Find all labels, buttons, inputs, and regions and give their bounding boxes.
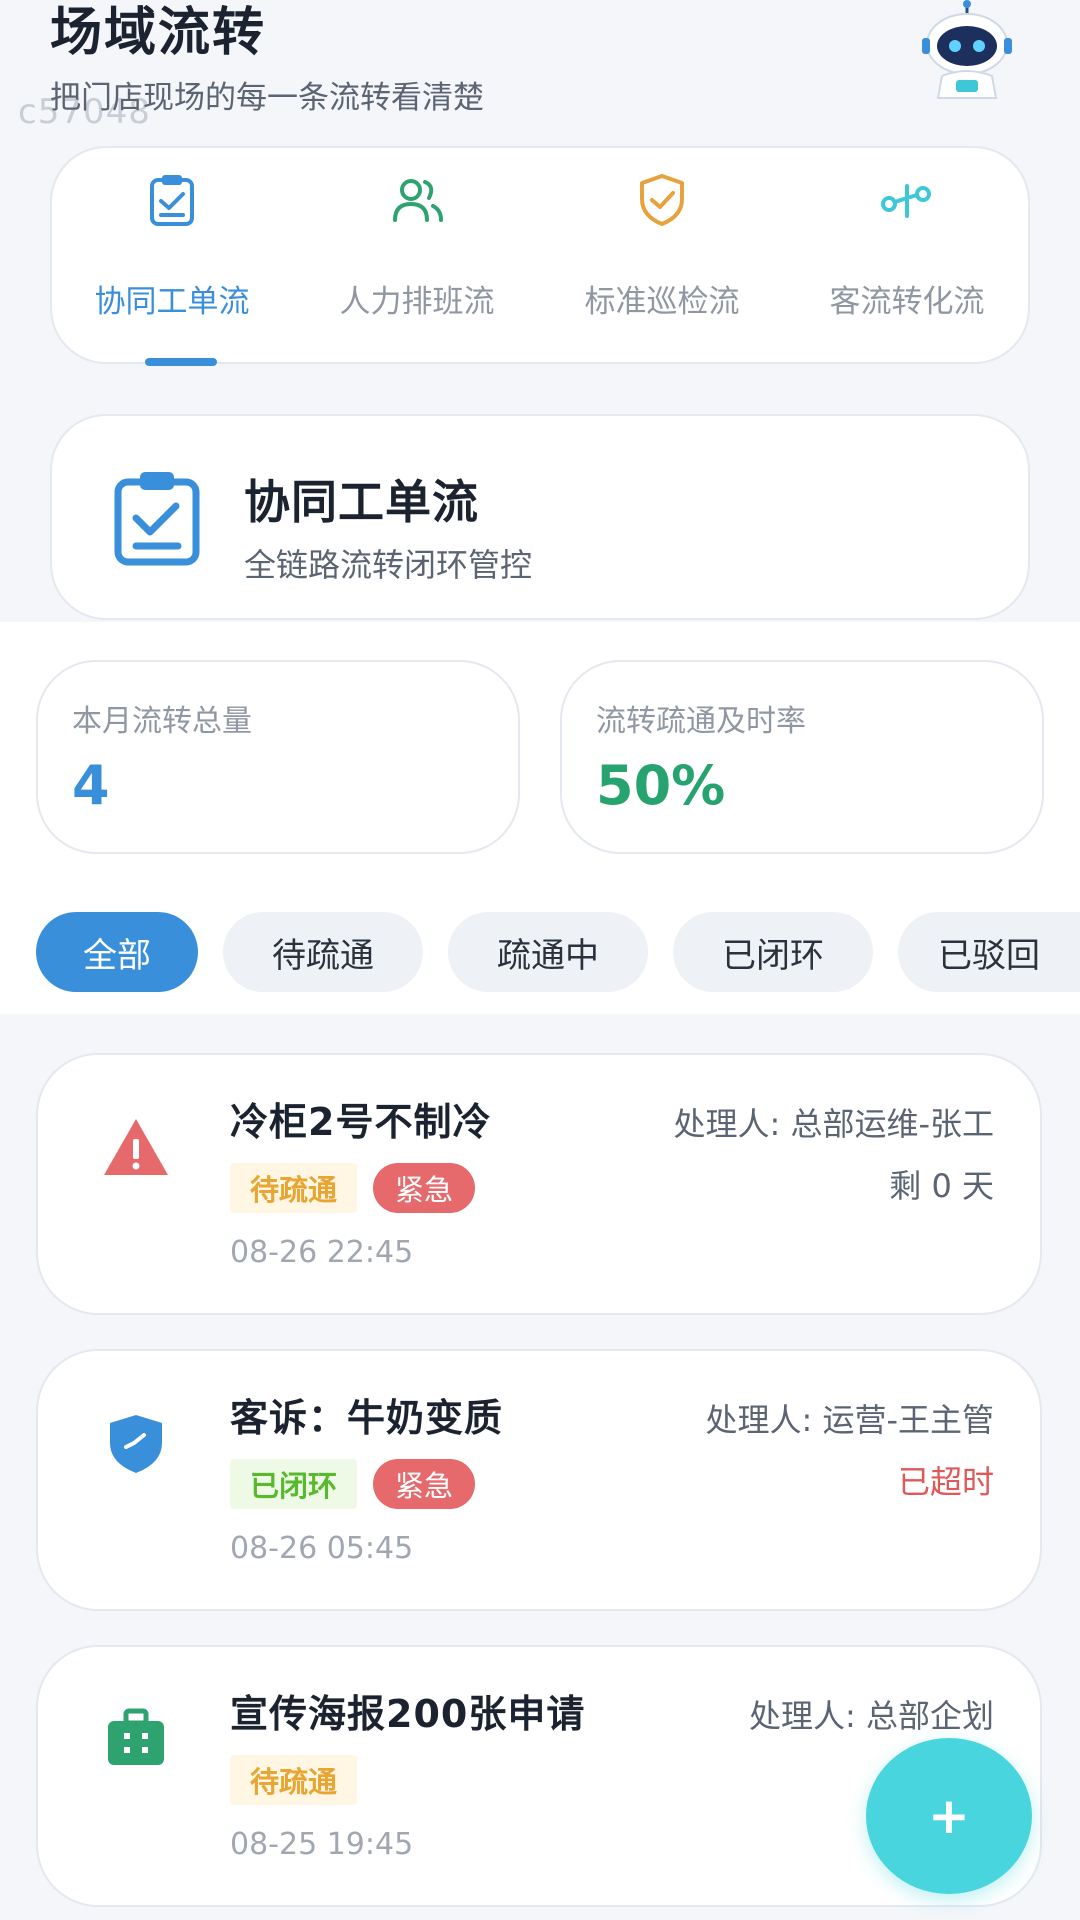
briefcase-icon <box>108 1708 164 1765</box>
ticket-card[interactable]: 客诉：牛奶变质 已闭环 紧急 08-26 05:45 处理人: 运营-王主管 已… <box>36 1349 1042 1611</box>
tab-staff-scheduling[interactable]: 人力排班流 <box>297 148 537 366</box>
ticket-card[interactable]: 冷柜2号不制冷 待疏通 紧急 08-26 22:45 处理人: 总部运维-张工 … <box>36 1053 1042 1315</box>
stat-value: 50% <box>596 754 726 817</box>
stat-label: 流转疏通及时率 <box>596 704 806 739</box>
stat-value: 4 <box>72 754 110 817</box>
ticket-title: 宣传海报200张申请 <box>230 1692 586 1736</box>
tab-label: 人力排班流 <box>339 284 495 320</box>
status-badge: 待疏通 <box>230 1163 358 1213</box>
filter-closed[interactable]: 已闭环 <box>673 912 873 992</box>
ticket-handler: 处理人: 总部运维-张工 <box>673 1105 994 1143</box>
current-flow-title: 协同工单流 <box>244 475 479 529</box>
filter-rejected[interactable]: 已驳回 <box>898 912 1080 992</box>
tab-traffic-conversion[interactable]: 客流转化流 <box>787 148 1027 366</box>
ticket-overdue: 已超时 <box>897 1463 994 1501</box>
status-badge: 待疏通 <box>230 1755 358 1805</box>
ticket-handler: 处理人: 运营-王主管 <box>705 1401 994 1439</box>
ticket-time: 08-26 05:45 <box>230 1531 414 1566</box>
ticket-title: 冷柜2号不制冷 <box>230 1100 492 1144</box>
stat-card-rate: 流转疏通及时率 50% <box>560 660 1044 854</box>
tab-label: 标准巡检流 <box>584 284 740 320</box>
tab-label: 客流转化流 <box>829 284 985 320</box>
ticket-tags: 待疏通 <box>230 1755 358 1805</box>
current-flow-card: 协同工单流 全链路流转闭环管控 <box>50 414 1030 620</box>
status-badge: 已闭环 <box>230 1459 358 1509</box>
tab-collab-workorder[interactable]: 协同工单流 <box>52 148 292 366</box>
clipboard-check-icon <box>114 472 200 566</box>
ticket-title: 客诉：牛奶变质 <box>230 1396 504 1440</box>
page-title: 场域流转 <box>50 3 267 63</box>
filter-in-progress[interactable]: 疏通中 <box>448 912 648 992</box>
tab-label: 协同工单流 <box>94 284 250 320</box>
stat-card-total: 本月流转总量 4 <box>36 660 520 854</box>
shield-badge-icon <box>110 1415 162 1473</box>
ticket-tags: 待疏通 紧急 <box>230 1163 476 1213</box>
warning-triangle-icon <box>104 1119 168 1175</box>
flow-tab-bar: 协同工单流 人力排班流 标准巡检流 客流转化流 <box>50 146 1030 366</box>
ticket-time: 08-26 22:45 <box>230 1235 414 1270</box>
ticket-handler: 处理人: 总部企划 <box>749 1697 994 1735</box>
priority-badge: 紧急 <box>373 1163 476 1213</box>
ticket-tags: 已闭环 紧急 <box>230 1459 476 1509</box>
stat-label: 本月流转总量 <box>72 704 252 739</box>
filter-all[interactable]: 全部 <box>36 912 198 992</box>
clipboard-check-icon <box>150 175 194 226</box>
priority-badge: 紧急 <box>373 1459 476 1509</box>
page-subtitle: 把门店现场的每一条流转看清楚 <box>50 80 484 116</box>
active-tab-indicator <box>145 358 217 366</box>
ticket-time: 08-25 19:45 <box>230 1827 414 1862</box>
add-ticket-button[interactable]: + <box>866 1738 1032 1894</box>
ticket-remaining: 剩 0 天 <box>889 1167 994 1205</box>
filter-pending[interactable]: 待疏通 <box>223 912 423 992</box>
current-flow-subtitle: 全链路流转闭环管控 <box>244 546 533 584</box>
shield-check-icon <box>640 174 684 226</box>
robot-mascot-icon[interactable] <box>912 0 1022 100</box>
flow-nodes-icon <box>881 184 931 218</box>
tab-standard-inspection[interactable]: 标准巡检流 <box>542 148 782 366</box>
people-icon <box>393 179 443 222</box>
